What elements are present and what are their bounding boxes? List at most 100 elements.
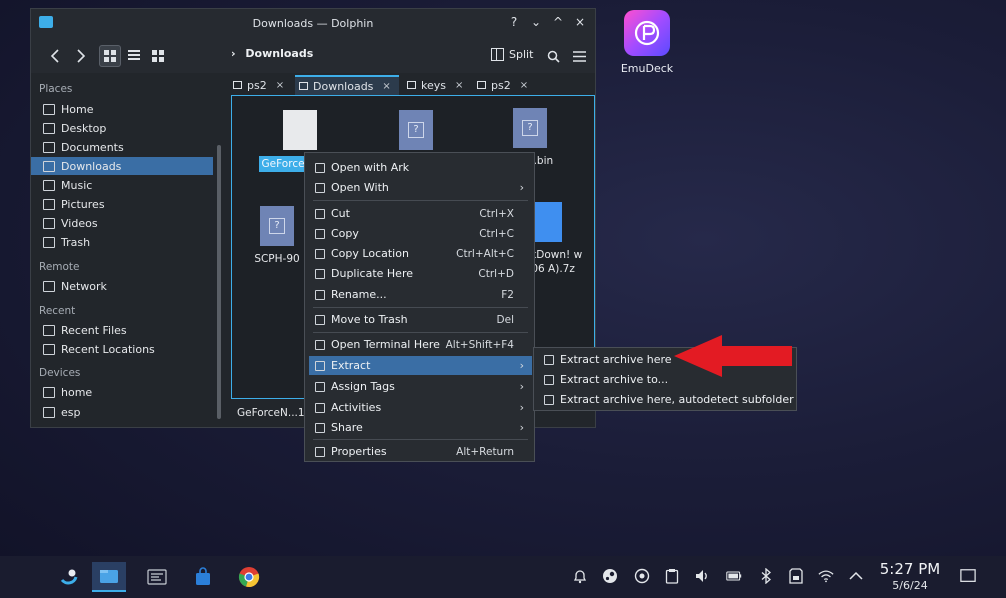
split-view-icon <box>491 47 504 61</box>
sidebar-item-documents[interactable]: Documents <box>31 138 213 156</box>
forward-button[interactable] <box>71 45 91 67</box>
help-button[interactable]: ? <box>505 13 523 31</box>
scissors-icon <box>315 208 325 219</box>
unknown-file-icon: ? <box>399 110 433 150</box>
details-view-button[interactable] <box>147 45 169 67</box>
close-tab-icon[interactable]: × <box>382 81 390 92</box>
file-item[interactable]: ? <box>368 110 464 156</box>
documents-icon <box>43 141 55 153</box>
details-view-icon <box>152 50 164 62</box>
discover-task-button[interactable] <box>186 562 220 592</box>
sidebar-scrollbar[interactable] <box>217 145 221 419</box>
menu-item-copy-location[interactable]: Copy Location Ctrl+Alt+C <box>309 244 532 263</box>
menu-item-activities[interactable]: Activities › <box>309 398 532 417</box>
close-window-button[interactable]: × <box>571 13 589 31</box>
shade-button[interactable]: ⌄ <box>527 13 545 31</box>
chrome-icon <box>238 567 260 588</box>
grid-view-icon <box>104 50 116 62</box>
menu-item-cut[interactable]: Cut Ctrl+X <box>309 204 532 223</box>
icons-view-button[interactable] <box>99 45 121 67</box>
properties-icon <box>315 446 325 457</box>
menu-item-properties[interactable]: Properties Alt+Return <box>309 442 532 461</box>
sidebar-item-network[interactable]: Network <box>31 277 213 295</box>
app-launcher-button[interactable] <box>52 562 86 592</box>
tab-keys[interactable]: keys × <box>407 75 463 95</box>
emudeck-desktop-icon[interactable]: EmuDeck <box>614 10 680 75</box>
dolphin-task-button[interactable] <box>92 562 126 592</box>
wifi-icon <box>818 570 834 583</box>
menu-item-duplicate-here[interactable]: Duplicate Here Ctrl+D <box>309 264 532 283</box>
battery-icon <box>726 571 742 581</box>
breadcrumb-label[interactable]: Downloads <box>245 47 313 60</box>
folder-icon <box>299 82 308 90</box>
menu-item-assign-tags[interactable]: Assign Tags › <box>309 377 532 396</box>
share-icon <box>315 422 325 433</box>
hamburger-menu-button[interactable] <box>569 45 589 67</box>
tab-downloads[interactable]: Downloads × <box>295 75 399 95</box>
sidebar-item-recent-files[interactable]: Recent Files <box>31 321 213 339</box>
close-tab-icon[interactable]: × <box>276 80 284 91</box>
extract-icon <box>315 360 325 371</box>
sidebar-item-music[interactable]: Music <box>31 176 213 194</box>
file-item[interactable]: ? SCPH-90 <box>242 206 312 266</box>
sidebar-item-pictures[interactable]: Pictures <box>31 195 213 213</box>
menu-item-rename[interactable]: Rename... F2 <box>309 285 532 304</box>
sidebar-item-trash[interactable]: Trash <box>31 233 213 251</box>
close-tab-icon[interactable]: × <box>455 80 463 91</box>
clipboard-tray-icon[interactable] <box>664 568 680 584</box>
chevron-right-icon: › <box>519 380 524 393</box>
menu-item-open-terminal-here[interactable]: Open Terminal Here Alt+Shift+F4 <box>309 335 532 354</box>
split-button[interactable]: Split <box>491 43 533 65</box>
updates-tray-icon[interactable] <box>572 568 588 584</box>
show-desktop-button[interactable] <box>960 568 976 584</box>
maximize-button[interactable]: ^ <box>549 13 567 31</box>
wifi-tray-icon[interactable] <box>818 568 834 584</box>
menu-item-open-with[interactable]: Open With › <box>309 178 532 197</box>
storage-tray-icon[interactable] <box>788 568 804 584</box>
sidebar-item-esp[interactable]: esp <box>31 403 213 421</box>
settings-task-button[interactable] <box>140 562 174 592</box>
battery-tray-icon[interactable] <box>726 568 742 584</box>
menu-item-share[interactable]: Share › <box>309 418 532 437</box>
file-icon <box>283 110 317 150</box>
forward-arrow-icon <box>77 49 86 63</box>
recent-locations-icon <box>43 343 55 355</box>
sidebar-item-videos[interactable]: Videos <box>31 214 213 232</box>
bluetooth-tray-icon[interactable] <box>758 568 774 584</box>
tray-expander-button[interactable] <box>848 568 864 584</box>
sidebar-item-home[interactable]: Home <box>31 100 213 118</box>
close-tab-icon[interactable]: × <box>520 80 528 91</box>
menu-separator <box>313 307 528 308</box>
tab-ps2[interactable]: ps2 × <box>233 75 284 95</box>
digital-clock[interactable]: 5:27 PM 5/6/24 <box>876 560 944 592</box>
extract-icon <box>544 374 554 385</box>
menu-item-move-to-trash[interactable]: Move to Trash Del <box>309 310 532 329</box>
music-icon <box>43 179 55 191</box>
taskbar: 5:27 PM 5/6/24 <box>0 556 1006 598</box>
chevron-right-icon: › <box>519 401 524 414</box>
compact-view-button[interactable] <box>123 45 145 67</box>
folder-icon <box>477 81 486 89</box>
chrome-task-button[interactable] <box>232 562 266 592</box>
steam-tray-icon[interactable] <box>602 568 618 584</box>
menu-item-extract-autodetect[interactable]: Extract archive here, autodetect subfold… <box>538 390 794 409</box>
remote-header: Remote <box>39 261 80 273</box>
open-with-icon <box>315 182 325 193</box>
desktop-icon <box>43 122 55 134</box>
titlebar[interactable]: Downloads — Dolphin ? ⌄ ^ × <box>31 9 595 37</box>
menu-item-open-with-ark[interactable]: Open with Ark <box>309 158 532 177</box>
volume-tray-icon[interactable] <box>694 568 710 584</box>
tab-ps2-2[interactable]: ps2 × <box>477 75 528 95</box>
places-header: Places <box>39 83 73 95</box>
sidebar-item-downloads[interactable]: Downloads <box>31 157 213 175</box>
back-button[interactable] <box>45 45 65 67</box>
menu-item-copy[interactable]: Copy Ctrl+C <box>309 224 532 243</box>
breadcrumb[interactable]: › Downloads <box>231 47 313 60</box>
search-button[interactable] <box>543 45 563 67</box>
sidebar-item-home-device[interactable]: home <box>31 383 213 401</box>
terminal-icon <box>315 339 325 350</box>
menu-item-extract[interactable]: Extract › <box>309 356 532 375</box>
sidebar-item-desktop[interactable]: Desktop <box>31 119 213 137</box>
audio-tray-icon[interactable] <box>634 568 650 584</box>
sidebar-item-recent-locations[interactable]: Recent Locations <box>31 340 213 358</box>
